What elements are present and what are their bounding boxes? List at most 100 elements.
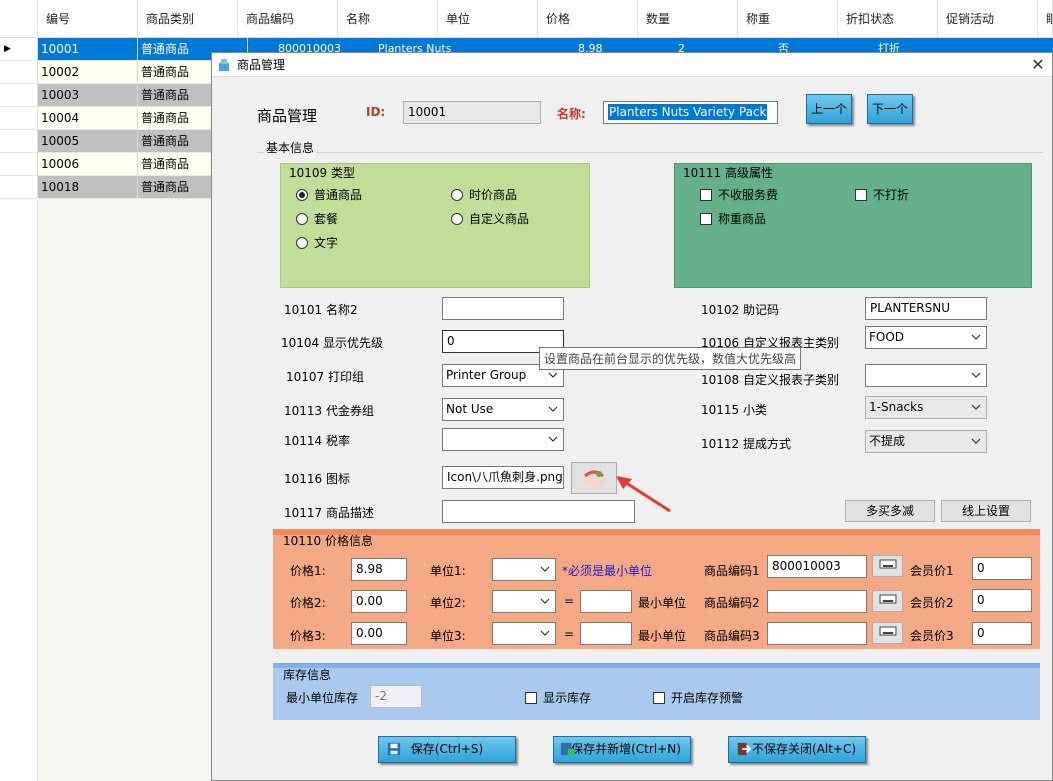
radio-label: 套餐 — [314, 212, 339, 226]
code1-field[interactable]: 800010003 — [767, 555, 867, 578]
name-field[interactable]: Planters Nuts Variety Pack — [603, 101, 778, 124]
commission-select[interactable]: 不提成 — [865, 430, 987, 453]
code1-print-button[interactable] — [872, 555, 903, 577]
row-selector — [0, 130, 38, 152]
unit2-select[interactable] — [492, 590, 556, 613]
unit1-select[interactable] — [492, 558, 556, 581]
subclass-label: 10115 小类 — [701, 403, 767, 417]
tax-select[interactable] — [442, 428, 564, 451]
online-settings-button[interactable]: 线上设置 — [941, 500, 1031, 522]
name-label: 名称: — [557, 107, 586, 121]
price-group-title: 10110 价格信息 — [283, 534, 373, 548]
id-label: ID: — [366, 105, 386, 119]
code3-field[interactable] — [767, 622, 867, 645]
price3-field[interactable]: 0.00 — [351, 622, 407, 645]
report-sub-select[interactable] — [865, 364, 987, 387]
close-without-save-button[interactable]: 不保存关闭(Alt+C) — [728, 736, 866, 763]
code3-label: 商品编码3 — [704, 629, 760, 643]
unit3-note: 最小单位 — [638, 629, 687, 643]
price1-field[interactable]: 8.98 — [351, 558, 407, 581]
checkbox-icon — [653, 691, 665, 704]
advanced-group: 10111 高级属性 不收服务费 不打折 称重商品 — [674, 163, 1032, 288]
unit2-ratio-field[interactable] — [580, 590, 632, 613]
checkbox-stock-alert[interactable]: 开启库存预警 — [653, 689, 743, 706]
subclass-value: 1-Snacks — [869, 400, 924, 414]
name-field-selected-text: Planters Nuts Variety Pack — [608, 104, 768, 120]
multi-buy-button[interactable]: 多买多减 — [845, 500, 935, 522]
unit2-note: 最小单位 — [638, 596, 687, 610]
radio-market-price[interactable]: 时价商品 — [451, 186, 517, 203]
col-header-extra[interactable]: 眼 — [1038, 0, 1053, 38]
checkbox-weighed-product[interactable]: 称重商品 — [700, 210, 766, 227]
col-header-promo[interactable]: 促销活动 — [938, 0, 1038, 38]
col-header-code[interactable]: 商品编码 — [238, 0, 338, 38]
dialog-heading: 商品管理 — [257, 107, 318, 125]
member2-field[interactable]: 0 — [972, 589, 1032, 612]
col-header-unit[interactable]: 单位 — [438, 0, 538, 38]
radio-combo[interactable]: 套餐 — [296, 210, 338, 227]
member3-field[interactable]: 0 — [972, 622, 1032, 645]
subclass-select[interactable]: 1-Snacks — [865, 396, 987, 419]
name2-field[interactable] — [442, 297, 564, 320]
checkbox-no-service-fee[interactable]: 不收服务费 — [700, 186, 778, 203]
chevron-down-icon — [971, 372, 981, 378]
exit-icon — [737, 742, 751, 756]
desc-label: 10117 商品描述 — [284, 506, 374, 520]
type-group: 10109 类型 普通商品 时价商品 套餐 自定义商品 文字 — [280, 163, 590, 288]
checkbox-show-stock[interactable]: 显示库存 — [525, 689, 591, 706]
save-and-new-button[interactable]: 保存并新增(Ctrl+N) — [553, 736, 691, 763]
col-header-id[interactable]: 编号 — [38, 0, 138, 38]
radio-label: 自定义商品 — [469, 212, 530, 226]
type-group-title: 10109 类型 — [289, 166, 355, 180]
radio-dot-icon — [451, 212, 463, 225]
radio-normal-product[interactable]: 普通商品 — [296, 186, 362, 203]
dialog-title: 商品管理 — [237, 58, 286, 72]
close-icon[interactable]: ✕ — [1024, 55, 1052, 74]
voucher-select[interactable]: Not Use — [442, 398, 564, 421]
code2-print-button[interactable] — [872, 590, 903, 612]
col-header-name[interactable]: 名称 — [338, 0, 438, 38]
icon-browse-button[interactable] — [571, 462, 617, 494]
cell-id: 10005 — [38, 130, 138, 152]
cell-id: 10003 — [38, 84, 138, 106]
save-and-new-button-label: 保存并新增(Ctrl+N) — [571, 742, 681, 756]
unit3-select[interactable] — [492, 622, 556, 645]
code2-field[interactable] — [767, 590, 867, 613]
row-selector — [0, 153, 38, 175]
checkbox-no-discount[interactable]: 不打折 — [855, 186, 909, 203]
checkbox-label: 显示库存 — [543, 691, 592, 705]
checkbox-icon — [700, 212, 712, 225]
print-group-value: Printer Group — [446, 368, 527, 382]
next-button[interactable]: 下一个 — [867, 94, 913, 124]
member1-field[interactable]: 0 — [972, 557, 1032, 580]
cell-id: 10004 — [38, 107, 138, 129]
save-button[interactable]: 保存(Ctrl+S) — [378, 736, 516, 763]
col-header-discount[interactable]: 折扣状态 — [838, 0, 938, 38]
mnemonic-field[interactable]: PLANTERSNU — [865, 297, 987, 320]
printer-icon — [879, 594, 896, 604]
checkbox-icon — [525, 691, 537, 704]
price2-field[interactable]: 0.00 — [351, 590, 407, 613]
chevron-down-icon — [971, 404, 981, 410]
icon-path-field[interactable]: Icon\八爪魚刺身.png — [442, 466, 564, 489]
radio-custom-product[interactable]: 自定义商品 — [451, 210, 529, 227]
basic-info-divider — [257, 152, 1042, 153]
min-stock-label: 最小单位库存 — [286, 691, 359, 705]
unit3-ratio-field[interactable] — [580, 622, 632, 645]
code3-print-button[interactable] — [872, 622, 903, 644]
desc-field[interactable] — [442, 500, 635, 523]
commission-label: 10112 提成方式 — [701, 437, 791, 451]
radio-label: 普通商品 — [314, 188, 363, 202]
mnemonic-label: 10102 助记码 — [701, 303, 779, 317]
checkbox-label: 不打折 — [873, 188, 910, 202]
chevron-down-icon — [548, 406, 558, 412]
col-header-qty[interactable]: 数量 — [638, 0, 738, 38]
col-header-category[interactable]: 商品类别 — [138, 0, 238, 38]
dialog-titlebar[interactable]: 商品管理 ✕ — [212, 53, 1052, 77]
prev-button[interactable]: 上一个 — [806, 94, 852, 124]
col-header-price[interactable]: 价格 — [538, 0, 638, 38]
col-header-weigh[interactable]: 称重 — [738, 0, 838, 38]
row-selector — [0, 176, 38, 198]
report-main-select[interactable]: FOOD — [865, 326, 987, 349]
radio-text[interactable]: 文字 — [296, 234, 338, 251]
